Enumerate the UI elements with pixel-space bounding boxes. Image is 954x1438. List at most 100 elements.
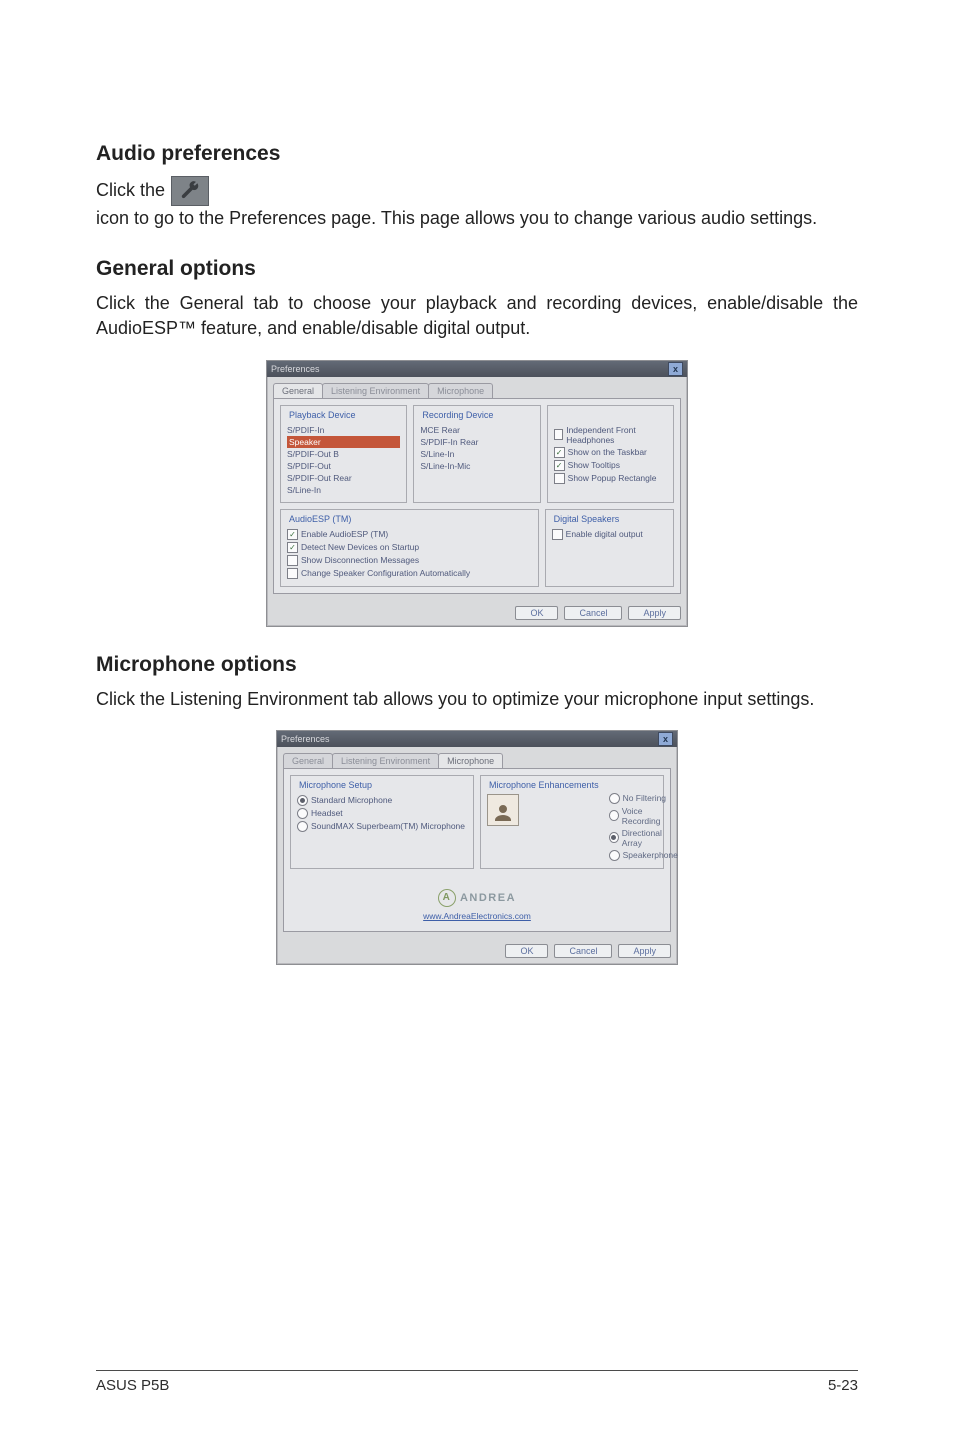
group-title: Microphone Enhancements <box>487 780 601 790</box>
cancel-button[interactable]: Cancel <box>564 606 622 620</box>
tab-general[interactable]: General <box>283 753 333 768</box>
page-footer: ASUS P5B 5-23 <box>96 1370 858 1394</box>
document-page: Audio preferences Click the icon to go t… <box>0 0 954 1438</box>
list-item-selected[interactable]: Speaker <box>287 436 400 448</box>
checkbox-row[interactable]: Show Popup Rectangle <box>554 472 667 485</box>
checkbox-icon <box>287 568 298 579</box>
checkbox-label: Show Tooltips <box>568 460 620 470</box>
window-title: Preferences <box>281 734 330 744</box>
paragraph-microphone-options: Click the Listening Environment tab allo… <box>96 687 858 712</box>
checkbox-label: Show Disconnection Messages <box>301 555 419 565</box>
ok-button[interactable]: OK <box>505 944 548 958</box>
checkbox-row[interactable]: ✓Detect New Devices on Startup <box>287 541 532 554</box>
group-title: Microphone Setup <box>297 780 374 790</box>
list-item[interactable]: S/PDIF-In <box>287 424 400 436</box>
list-item[interactable]: S/PDIF-Out <box>287 460 400 472</box>
group-recording-device: Recording Device MCE Rear S/PDIF-In Rear… <box>413 405 540 503</box>
tab-microphone[interactable]: Microphone <box>438 753 503 768</box>
radio-icon <box>297 821 308 832</box>
tab-listening-environment[interactable]: Listening Environment <box>332 753 439 768</box>
list-item[interactable]: S/Line-In-Mic <box>420 460 533 472</box>
paragraph-general-options: Click the General tab to choose your pla… <box>96 291 858 341</box>
checkbox-icon <box>287 555 298 566</box>
checkbox-label: Enable digital output <box>566 529 643 539</box>
paragraph-audio-pref: Click the icon to go to the Preferences … <box>96 176 858 231</box>
tabstrip: General Listening Environment Microphone <box>267 377 687 398</box>
radio-row[interactable]: No Filtering <box>609 792 678 805</box>
apply-button[interactable]: Apply <box>618 944 671 958</box>
radio-row[interactable]: Voice Recording <box>609 805 678 827</box>
screenshot-microphone: Preferences x General Listening Environm… <box>96 730 858 965</box>
radio-row[interactable]: SoundMAX Superbeam(TM) Microphone <box>297 820 467 833</box>
wrench-icon <box>171 176 209 206</box>
checkbox-row[interactable]: Show Disconnection Messages <box>287 554 532 567</box>
tab-microphone[interactable]: Microphone <box>428 383 493 398</box>
button-row: OK Cancel Apply <box>277 938 677 964</box>
window-titlebar: Preferences x <box>277 731 677 747</box>
radio-icon <box>609 810 619 821</box>
radio-icon <box>297 795 308 806</box>
radio-icon <box>297 808 308 819</box>
checkbox-label: Independent Front Headphones <box>566 425 667 445</box>
group-title: AudioESP (TM) <box>287 514 353 524</box>
group-title: Digital Speakers <box>552 514 622 524</box>
tab-listening-environment[interactable]: Listening Environment <box>322 383 429 398</box>
footer-right: 5-23 <box>828 1377 858 1394</box>
andrea-logo-icon: A <box>438 889 456 907</box>
radio-row[interactable]: Directional Array <box>609 827 678 849</box>
checkbox-row[interactable]: ✓Show Tooltips <box>554 459 667 472</box>
radio-label: Standard Microphone <box>311 795 392 805</box>
list-item[interactable]: S/PDIF-In Rear <box>420 436 533 448</box>
panel: Playback Device S/PDIF-In Speaker S/PDIF… <box>273 398 681 594</box>
radio-row[interactable]: Speakerphone <box>609 849 678 862</box>
andrea-logo: A ANDREA <box>438 889 516 907</box>
andrea-logo-text: ANDREA <box>460 892 516 904</box>
radio-label: Voice Recording <box>622 806 678 826</box>
list-item[interactable]: MCE Rear <box>420 424 533 436</box>
checkbox-icon: ✓ <box>554 460 565 471</box>
preferences-window-microphone: Preferences x General Listening Environm… <box>276 730 678 965</box>
heading-general-options: General options <box>96 257 858 281</box>
radio-row[interactable]: Headset <box>297 807 467 820</box>
checkbox-row[interactable]: Change Speaker Configuration Automatical… <box>287 567 532 580</box>
heading-audio-preferences: Audio preferences <box>96 142 858 166</box>
group-audio-esp: AudioESP (TM) ✓Enable AudioESP (TM) ✓Det… <box>280 509 539 587</box>
radio-label: No Filtering <box>623 793 666 803</box>
radio-row[interactable]: Standard Microphone <box>297 794 467 807</box>
ok-button[interactable]: OK <box>515 606 558 620</box>
checkbox-label: Enable AudioESP (TM) <box>301 529 388 539</box>
andrea-link[interactable]: www.AndreaElectronics.com <box>423 911 531 921</box>
cancel-button[interactable]: Cancel <box>554 944 612 958</box>
apply-button[interactable]: Apply <box>628 606 681 620</box>
radio-label: Directional Array <box>622 828 678 848</box>
checkbox-label: Detect New Devices on Startup <box>301 542 419 552</box>
tabstrip: General Listening Environment Microphone <box>277 747 677 768</box>
footer-left: ASUS P5B <box>96 1377 169 1394</box>
group-title <box>554 410 561 420</box>
checkbox-icon <box>554 429 564 440</box>
close-icon[interactable]: x <box>668 362 683 376</box>
checkbox-row[interactable]: ✓Show on the Taskbar <box>554 446 667 459</box>
checkbox-row[interactable]: Enable digital output <box>552 528 667 541</box>
window-title: Preferences <box>271 364 320 374</box>
checkbox-icon: ✓ <box>554 447 565 458</box>
text: icon to go to the Preferences page. This… <box>96 206 817 231</box>
list-item[interactable]: S/Line-In <box>287 484 400 496</box>
group-title: Recording Device <box>420 410 495 420</box>
list-item[interactable]: S/PDIF-Out Rear <box>287 472 400 484</box>
tab-general[interactable]: General <box>273 383 323 398</box>
panel: Microphone Setup Standard Microphone Hea… <box>283 768 671 932</box>
close-icon[interactable]: x <box>658 732 673 746</box>
checkbox-icon <box>554 473 565 484</box>
group-microphone-setup: Microphone Setup Standard Microphone Hea… <box>290 775 474 869</box>
window-titlebar: Preferences x <box>267 361 687 377</box>
checkbox-row[interactable]: ✓Enable AudioESP (TM) <box>287 528 532 541</box>
group-playback-device: Playback Device S/PDIF-In Speaker S/PDIF… <box>280 405 407 503</box>
radio-label: Speakerphone <box>623 850 678 860</box>
list-item[interactable]: S/Line-In <box>420 448 533 460</box>
checkbox-row[interactable]: Independent Front Headphones <box>554 424 667 446</box>
button-row: OK Cancel Apply <box>267 600 687 626</box>
radio-icon <box>609 793 620 804</box>
checkbox-icon: ✓ <box>287 542 298 553</box>
list-item[interactable]: S/PDIF-Out B <box>287 448 400 460</box>
